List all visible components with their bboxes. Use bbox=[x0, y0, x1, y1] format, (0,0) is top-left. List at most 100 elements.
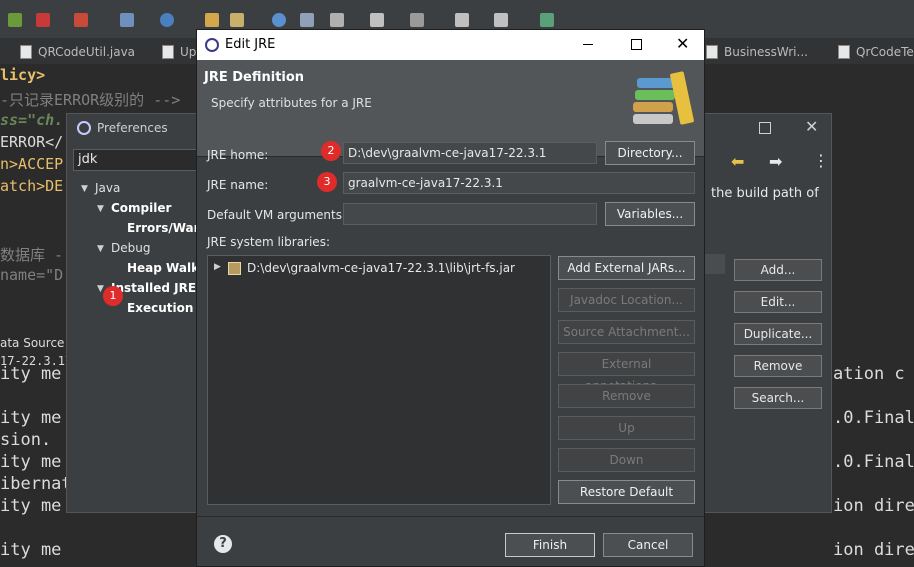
console-line: ity me bbox=[0, 364, 62, 384]
step-badge-1: 1 bbox=[103, 286, 123, 306]
finish-button[interactable]: Finish bbox=[505, 533, 595, 557]
toolbar-flag-icon[interactable] bbox=[74, 13, 88, 27]
toolbar-cursor-icon[interactable] bbox=[330, 13, 344, 27]
minimize-icon[interactable] bbox=[583, 44, 593, 45]
editor-tab-label: Up bbox=[180, 45, 197, 59]
toolbar-back-icon[interactable] bbox=[410, 13, 424, 27]
toolbar-web-icon[interactable] bbox=[272, 13, 286, 27]
step-badge-3: 3 bbox=[317, 172, 337, 192]
header-subtitle: Specify attributes for a JRE bbox=[211, 96, 372, 110]
vm-args-label: Default VM arguments: bbox=[207, 208, 347, 222]
toolbar-new-icon[interactable] bbox=[120, 13, 134, 27]
close-icon[interactable]: ✕ bbox=[676, 34, 689, 53]
toolbar-stop-icon[interactable] bbox=[36, 13, 50, 27]
chevron-down-icon[interactable]: ▼ bbox=[97, 244, 104, 254]
preferences-filter-input[interactable]: jdk bbox=[73, 149, 197, 171]
tree-item-errors-warnings[interactable]: Errors/Warr bbox=[127, 221, 205, 235]
chevron-right-icon[interactable]: ▶ bbox=[214, 262, 221, 272]
jre-name-input[interactable]: graalvm-ce-java17-22.3.1 bbox=[343, 172, 695, 194]
libraries-label: JRE system libraries: bbox=[207, 235, 330, 249]
toolbar-perspective-icon[interactable] bbox=[540, 13, 554, 27]
toolbar-forward-icon[interactable] bbox=[494, 13, 508, 27]
jre-home-value: D:\dev\graalvm-ce-java17-22.3.1 bbox=[348, 146, 547, 160]
vm-args-input[interactable] bbox=[343, 203, 597, 225]
tree-item-java[interactable]: Java bbox=[95, 181, 120, 195]
console-line: ity me bbox=[0, 452, 62, 472]
code-line: ERROR</ bbox=[0, 133, 64, 151]
toolbar-pencil-icon[interactable] bbox=[230, 13, 244, 27]
code-line: -只记录ERROR级别的 --> bbox=[0, 91, 181, 109]
editor-tab[interactable]: BusinessWri... bbox=[704, 42, 808, 62]
add-jre-button[interactable]: Add... bbox=[734, 259, 822, 281]
cancel-button[interactable]: Cancel bbox=[603, 533, 693, 557]
console-line: ion dire bbox=[833, 540, 914, 560]
external-annotations-button[interactable]: External annotations... bbox=[558, 352, 695, 393]
tree-item-execution-environments[interactable]: Execution E bbox=[127, 301, 206, 315]
java-file-icon bbox=[838, 45, 850, 59]
build-path-text: the build path of bbox=[711, 186, 819, 201]
edit-jre-dialog: Edit JRE ✕ JRE Definition Specify attrib… bbox=[196, 29, 705, 567]
toolbar-run-icon[interactable] bbox=[8, 13, 22, 27]
console-line: ity me bbox=[0, 540, 62, 560]
maximize-icon[interactable] bbox=[759, 122, 771, 134]
search-jre-button[interactable]: Search... bbox=[734, 387, 822, 409]
duplicate-jre-button[interactable]: Duplicate... bbox=[734, 323, 822, 345]
console-line: .0.Final bbox=[833, 408, 914, 428]
close-icon[interactable]: ✕ bbox=[805, 117, 818, 136]
editor-tab-label: BusinessWri... bbox=[724, 45, 808, 59]
chevron-down-icon[interactable]: ▼ bbox=[81, 184, 88, 194]
variables-button[interactable]: Variables... bbox=[605, 202, 695, 226]
libraries-list[interactable]: ▶ D:\dev\graalvm-ce-java17-22.3.1\lib\jr… bbox=[207, 255, 551, 505]
console-line: ity me bbox=[0, 496, 62, 516]
step-badge-2: 2 bbox=[321, 141, 341, 161]
dialog-title: Edit JRE bbox=[225, 37, 276, 52]
source-attachment-button[interactable]: Source Attachment... bbox=[558, 320, 695, 344]
filter-value: jdk bbox=[78, 152, 98, 167]
tree-item-heap-walking[interactable]: Heap Walk bbox=[127, 261, 199, 275]
footer-divider bbox=[197, 516, 704, 517]
forward-arrow-icon[interactable]: ➡ bbox=[769, 152, 782, 171]
directory-button[interactable]: Directory... bbox=[605, 141, 695, 165]
code-line: 数据库 - bbox=[0, 246, 64, 264]
editor-tab-label: QrCodeTe bbox=[856, 45, 914, 59]
view-menu-icon[interactable]: ⋮ bbox=[813, 151, 829, 170]
toolbar-globe-icon[interactable] bbox=[160, 13, 174, 27]
chevron-down-icon[interactable]: ▼ bbox=[97, 204, 104, 214]
edit-jre-button[interactable]: Edit... bbox=[734, 291, 822, 313]
eclipse-logo-icon bbox=[205, 38, 219, 52]
tree-item-compiler[interactable]: Compiler bbox=[111, 201, 171, 215]
javadoc-location-button[interactable]: Javadoc Location... bbox=[558, 288, 695, 312]
code-line: n>ACCEP bbox=[0, 155, 64, 173]
editor-tab[interactable]: QRCodeUtil.java bbox=[18, 42, 135, 62]
jre-home-input[interactable]: D:\dev\graalvm-ce-java17-22.3.1 bbox=[343, 142, 597, 164]
up-button[interactable]: Up bbox=[558, 416, 695, 440]
jre-table-area bbox=[705, 254, 725, 274]
remove-library-button[interactable]: Remove bbox=[558, 384, 695, 408]
dialog-titlebar: Edit JRE ✕ bbox=[197, 30, 704, 60]
restore-default-button[interactable]: Restore Default bbox=[558, 480, 695, 504]
code-line: name="D bbox=[0, 266, 64, 284]
maximize-icon[interactable] bbox=[631, 39, 642, 50]
toolbar-search-icon[interactable] bbox=[300, 13, 314, 27]
tree-item-debug[interactable]: Debug bbox=[111, 241, 150, 255]
console-line: ata Source E bbox=[0, 336, 76, 350]
tree-item-installed-jres[interactable]: Installed JREs bbox=[111, 281, 203, 295]
help-icon[interactable]: ? bbox=[214, 535, 232, 553]
java-file-icon bbox=[20, 45, 32, 59]
editor-tab[interactable]: Up bbox=[160, 42, 196, 62]
toolbar-doc-icon[interactable] bbox=[370, 13, 384, 27]
toolbar-prev-icon[interactable] bbox=[455, 13, 469, 27]
header-title: JRE Definition bbox=[204, 70, 305, 85]
jre-name-value: graalvm-ce-java17-22.3.1 bbox=[348, 176, 503, 190]
console-line: ity me bbox=[0, 408, 62, 428]
editor-tab[interactable]: QrCodeTe bbox=[836, 42, 914, 62]
code-line: licy> bbox=[0, 66, 46, 84]
console-line: ation c bbox=[833, 364, 905, 384]
library-item-label: D:\dev\graalvm-ce-java17-22.3.1\lib\jrt-… bbox=[247, 261, 515, 275]
remove-jre-button[interactable]: Remove bbox=[734, 355, 822, 377]
back-arrow-icon[interactable]: ⬅ bbox=[731, 152, 744, 171]
console-line: ion dire bbox=[833, 496, 914, 516]
toolbar-folder-icon[interactable] bbox=[205, 13, 219, 27]
add-external-jars-button[interactable]: Add External JARs... bbox=[558, 256, 695, 280]
down-button[interactable]: Down bbox=[558, 448, 695, 472]
